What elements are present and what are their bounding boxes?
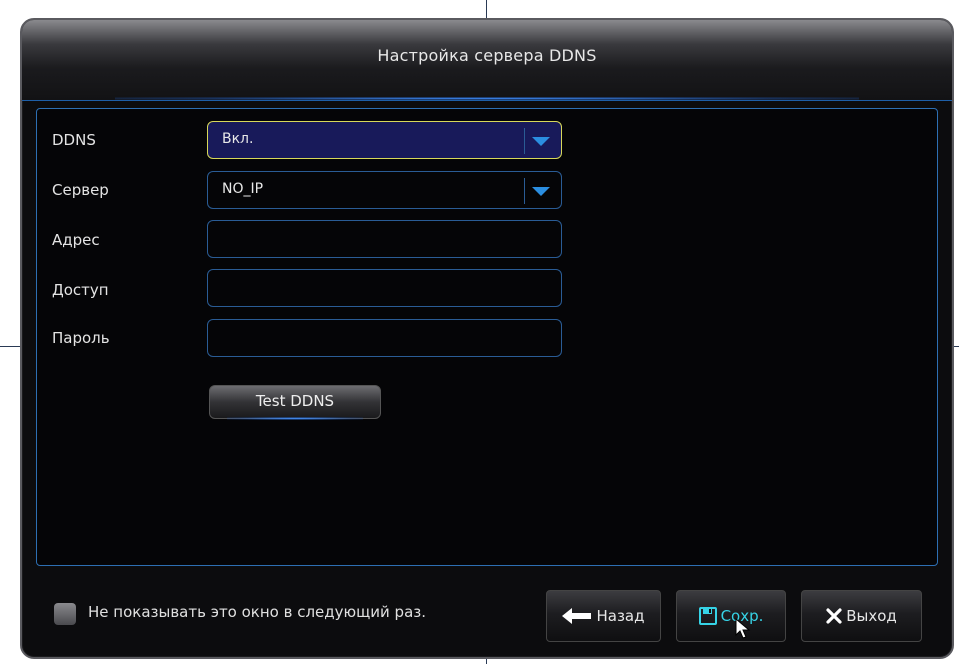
access-input[interactable] <box>207 269 562 307</box>
address-input[interactable] <box>207 220 562 258</box>
exit-button-label: Выход <box>846 607 897 625</box>
dont-show-again-checkbox[interactable] <box>54 603 76 625</box>
back-button[interactable]: Назад <box>546 590 661 642</box>
dont-show-again-label: Не показывать это окно в следующий раз. <box>88 603 427 621</box>
dialog-titlebar: Настройка сервера DDNS <box>22 20 952 101</box>
chevron-down-icon[interactable] <box>524 128 557 154</box>
test-ddns-button[interactable]: Test DDNS <box>209 385 381 420</box>
password-label: Пароль <box>52 329 110 347</box>
password-input[interactable] <box>207 319 562 357</box>
arrow-left-icon <box>562 608 592 624</box>
back-button-label: Назад <box>596 607 645 625</box>
server-label: Сервер <box>52 181 109 199</box>
server-select[interactable]: NO_IP <box>207 171 562 209</box>
ddns-label: DDNS <box>52 131 96 149</box>
mouse-pointer-icon <box>735 617 753 644</box>
ddns-select-value: Вкл. <box>222 131 254 147</box>
dialog-title: Настройка сервера DDNS <box>377 46 597 65</box>
server-select-value: NO_IP <box>222 181 264 197</box>
access-label: Доступ <box>52 281 109 299</box>
address-label: Адрес <box>52 231 100 249</box>
ddns-settings-dialog: Настройка сервера DDNS DDNS Вкл. Сервер … <box>20 18 954 659</box>
save-button[interactable]: Сохр. <box>676 590 786 642</box>
exit-button[interactable]: Выход <box>801 590 922 642</box>
ddns-select[interactable]: Вкл. <box>207 121 562 159</box>
floppy-disk-icon <box>698 607 717 625</box>
settings-panel: DDNS Вкл. Сервер NO_IP Адрес Доступ Паро… <box>36 108 938 566</box>
close-icon <box>826 608 842 624</box>
chevron-down-icon[interactable] <box>524 178 557 204</box>
